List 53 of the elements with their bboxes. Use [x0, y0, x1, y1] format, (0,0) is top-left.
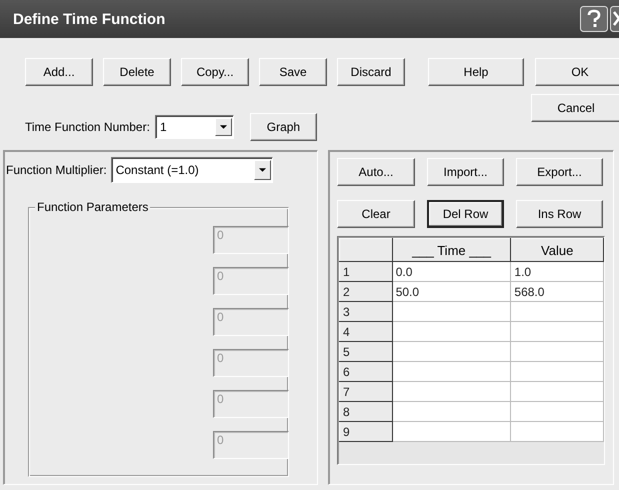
help-icon[interactable]: [580, 6, 608, 32]
row-number[interactable]: 9: [340, 422, 392, 442]
column-header[interactable]: ___ Time ___: [392, 238, 511, 262]
table-button[interactable]: Ins Row: [516, 200, 603, 228]
row-number[interactable]: 1: [340, 262, 392, 282]
table-cell[interactable]: 1.0: [510, 262, 604, 282]
dialog-button[interactable]: Delete: [103, 58, 171, 86]
column-header[interactable]: Value: [510, 238, 604, 262]
window-title: Define Time Function: [12, 10, 166, 28]
table-cell[interactable]: [510, 322, 604, 342]
row-number[interactable]: 8: [340, 402, 392, 422]
dialog-button[interactable]: OK: [535, 58, 619, 86]
table-cell[interactable]: [510, 382, 604, 402]
table-button[interactable]: Export...: [516, 158, 603, 186]
table-cell[interactable]: 0.0: [392, 262, 511, 282]
function-multiplier-dropdown[interactable]: Constant (=1.0): [110, 157, 273, 183]
dialog-button[interactable]: Help: [428, 58, 524, 86]
table-cell[interactable]: [392, 302, 511, 322]
graph-button[interactable]: Graph: [250, 113, 317, 141]
table-button[interactable]: Del Row: [427, 200, 504, 228]
table-cell[interactable]: [392, 362, 511, 382]
row-number[interactable]: 7: [340, 382, 392, 402]
table-cell[interactable]: [392, 382, 511, 402]
table-button[interactable]: Clear: [337, 200, 415, 228]
table-cell[interactable]: [510, 342, 604, 362]
row-number[interactable]: 5: [340, 342, 392, 362]
row-number[interactable]: 2: [340, 282, 392, 302]
table-cell[interactable]: [510, 422, 604, 442]
group-title: Function Parameters: [35, 200, 150, 214]
dialog-button[interactable]: Save: [259, 58, 327, 86]
table-cell[interactable]: [392, 342, 511, 362]
table-cell[interactable]: [510, 402, 604, 422]
function-multiplier-label: Function Multiplier:: [6, 163, 107, 177]
time-function-number-dropdown[interactable]: 1: [154, 115, 234, 139]
table-button[interactable]: Import...: [427, 158, 504, 186]
dialog-button[interactable]: Add...: [25, 58, 93, 86]
dialog-button[interactable]: Copy...: [181, 58, 249, 86]
dialog-button[interactable]: Discard: [337, 58, 405, 86]
corner-header: [340, 238, 392, 262]
table-cell[interactable]: [510, 362, 604, 382]
row-number[interactable]: 3: [340, 302, 392, 322]
table-cell[interactable]: [392, 322, 511, 342]
table-button[interactable]: Auto...: [337, 158, 415, 186]
cancel-button[interactable]: Cancel: [531, 94, 619, 122]
time-function-number-label: Time Function Number:: [25, 120, 150, 134]
table-cell[interactable]: 568.0: [510, 282, 604, 302]
row-number[interactable]: 4: [340, 322, 392, 342]
close-icon[interactable]: [610, 6, 619, 32]
table-cell[interactable]: [392, 402, 511, 422]
table-cell[interactable]: [510, 302, 604, 322]
row-number[interactable]: 6: [340, 362, 392, 382]
table-cell[interactable]: [392, 422, 511, 442]
table-cell[interactable]: 50.0: [392, 282, 511, 302]
